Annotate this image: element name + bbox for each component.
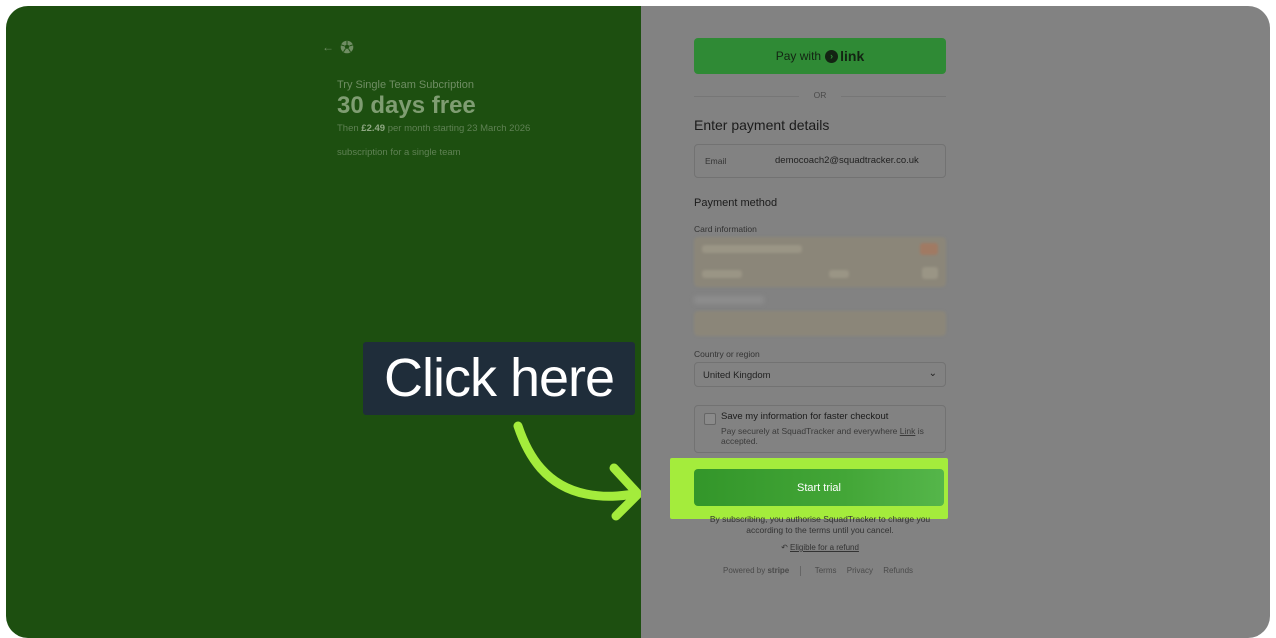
or-divider: OR	[694, 90, 946, 102]
stripe-footer: Powered by stripe Terms Privacy Refunds	[694, 566, 946, 576]
start-trial-button[interactable]: Start trial	[694, 469, 944, 506]
save-sub-prefix: Pay securely at SquadTracker and everywh…	[721, 426, 898, 436]
pay-with-link-button[interactable]: Pay with › link	[694, 38, 946, 74]
cardholder-field[interactable]	[694, 311, 946, 336]
screen-frame: ← Try Single Team Subcription 30 days fr…	[6, 6, 1270, 638]
click-here-callout: Click here	[363, 342, 635, 415]
consent-text: By subscribing, you authorise SquadTrack…	[709, 514, 931, 535]
price-suffix: per month starting 23 March 2026	[387, 123, 531, 134]
payment-details-heading: Enter payment details	[694, 117, 830, 133]
country-value: United Kingdom	[703, 370, 771, 381]
refunds-link[interactable]: Refunds	[883, 566, 913, 575]
save-info-description: Pay securely at SquadTracker and everywh…	[721, 426, 941, 446]
save-info-title: Save my information for faster checkout	[721, 411, 889, 422]
card-number-blur	[702, 245, 802, 253]
country-label: Country or region	[694, 349, 760, 359]
link-logo: › link	[825, 48, 864, 64]
refund-row[interactable]: ↶ Eligible for a refund	[694, 543, 946, 552]
back-arrow-icon[interactable]: ←	[322, 40, 334, 54]
card-info-label: Card information	[694, 224, 757, 234]
stripe-logo[interactable]: stripe	[767, 566, 789, 575]
divider-line-right	[841, 96, 946, 97]
footer-separator	[799, 566, 801, 576]
product-description: subscription for a single team	[337, 147, 461, 158]
card-cvc-blur	[829, 270, 849, 278]
payment-method-heading: Payment method	[694, 197, 778, 209]
country-select[interactable]: United Kingdom ⌄	[694, 362, 946, 387]
checkout-panel: Pay with › link OR Enter payment details…	[641, 6, 1270, 638]
card-info-field[interactable]	[694, 237, 946, 287]
email-label: Email	[705, 156, 727, 166]
email-value[interactable]: democoach2@squadtracker.co.uk	[775, 155, 919, 166]
card-expiry-blur	[702, 270, 742, 278]
product-name: Try Single Team Subcription	[337, 79, 474, 91]
terms-link[interactable]: Terms	[815, 566, 837, 575]
chevron-down-icon: ⌄	[928, 368, 937, 379]
product-panel: ← Try Single Team Subcription 30 days fr…	[6, 6, 643, 638]
email-field[interactable]: Email democoach2@squadtracker.co.uk	[694, 144, 946, 178]
powered-by-text: Powered by	[722, 566, 766, 576]
refund-link[interactable]: Eligible for a refund	[790, 543, 859, 552]
price-prefix: Then	[337, 123, 359, 134]
save-info-checkbox[interactable]	[704, 413, 716, 425]
price-details: Then £2.49 per month starting 23 March 2…	[337, 123, 530, 134]
paylink-prefix: Pay with	[775, 49, 822, 63]
cvc-icon	[922, 267, 938, 279]
trial-headline: 30 days free	[337, 92, 476, 119]
cardholder-label-blur	[694, 296, 764, 304]
link-brand: link	[840, 48, 865, 64]
link-arrow-icon: ›	[825, 49, 839, 63]
refund-icon: ↶	[781, 543, 788, 552]
card-brand-icon	[920, 243, 938, 255]
soccer-ball-icon	[340, 40, 354, 54]
privacy-link[interactable]: Privacy	[847, 566, 873, 575]
price-amount: £2.49	[361, 123, 386, 134]
link-text-link[interactable]: Link	[900, 426, 916, 436]
or-text: OR	[813, 90, 827, 100]
save-info-box[interactable]: Save my information for faster checkout …	[694, 405, 946, 453]
back-row[interactable]: ←	[322, 40, 354, 54]
callout-arrow-icon	[513, 421, 643, 521]
